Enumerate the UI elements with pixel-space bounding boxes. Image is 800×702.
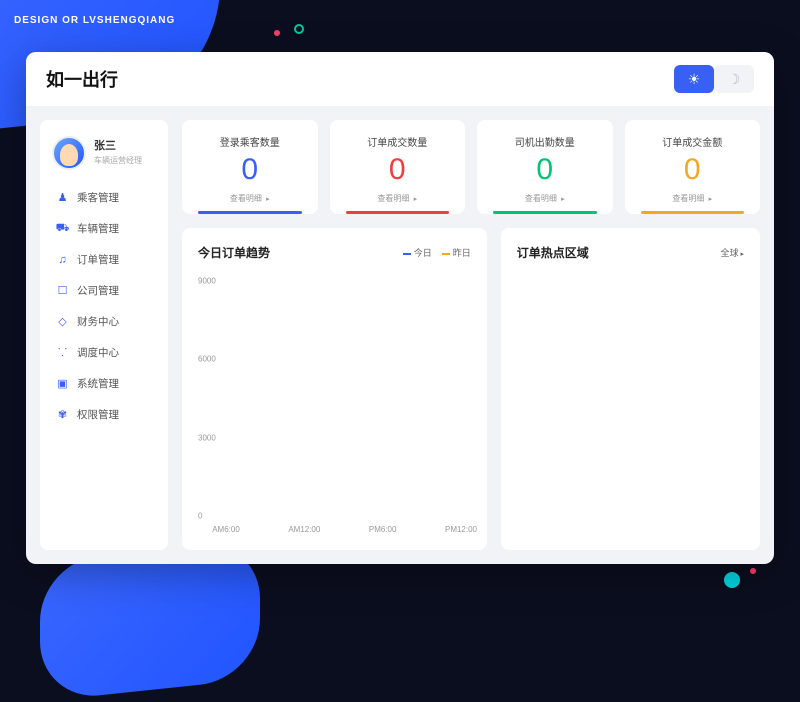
avatar (52, 136, 86, 170)
stat-accent (198, 211, 302, 214)
light-mode-button[interactable]: ☀ (674, 65, 714, 93)
chevron-down-icon: ▸ (740, 251, 744, 258)
hotspot-card: 订单热点区域 全球▸ (501, 228, 760, 550)
x-tick: AM12:00 (288, 525, 320, 534)
nav-item-7[interactable]: ✾ 权限管理 (52, 401, 156, 428)
nav-label: 订单管理 (77, 252, 119, 267)
stat-value: 0 (340, 155, 456, 185)
stats-row: 登录乘客数量0查看明细 ▸订单成交数量0查看明细 ▸司机出勤数量0查看明细 ▸订… (182, 120, 760, 214)
company-icon: ☐ (56, 284, 69, 297)
user-icon: ♟ (56, 191, 69, 204)
stat-card-1: 订单成交数量 0 查看明细 ▸ (330, 120, 466, 214)
nav-label: 车辆管理 (77, 221, 119, 236)
stat-accent (493, 211, 597, 214)
hotspot-map (517, 271, 744, 534)
dispatch-icon: ⸪ (56, 346, 69, 359)
watermark: DESIGN OR LVSHENGQIANG (14, 14, 175, 27)
nav-label: 权限管理 (77, 407, 119, 422)
y-tick: 6000 (198, 355, 216, 364)
stat-title: 登录乘客数量 (192, 134, 308, 149)
nav-label: 调度中心 (77, 345, 119, 360)
nav-list: ♟ 乘客管理 ⛟ 车辆管理 ♫ 订单管理 ☐ 公司管理 ◇ 财务中心 ⸪ 调度中心 ▣ 系统管理 ✾ 权限管理 (52, 184, 156, 428)
user-role: 车辆运营经理 (94, 155, 142, 166)
nav-label: 财务中心 (77, 314, 119, 329)
y-tick: 3000 (198, 433, 216, 442)
brand-title: 如一出行 (46, 66, 118, 92)
stat-detail-link[interactable]: 查看明细 ▸ (525, 193, 565, 204)
hotspot-scope[interactable]: 全球▸ (720, 246, 744, 259)
x-tick: PM6:00 (369, 525, 397, 534)
main-content: 登录乘客数量0查看明细 ▸订单成交数量0查看明细 ▸司机出勤数量0查看明细 ▸订… (182, 120, 760, 550)
nav-item-5[interactable]: ⸪ 调度中心 (52, 339, 156, 366)
hotspot-title: 订单热点区域 (517, 244, 589, 261)
legend-item: 今日 (403, 246, 432, 259)
car-icon: ⛟ (56, 222, 69, 235)
moon-icon: ☽ (728, 71, 741, 88)
charts-row: 今日订单趋势 今日昨日 0 3000 6000 9000 AM6:00 AM12:00 PM… (182, 228, 760, 550)
system-icon: ▣ (56, 377, 69, 390)
stat-accent (641, 211, 745, 214)
stat-value: 0 (192, 155, 308, 185)
nav-item-3[interactable]: ☐ 公司管理 (52, 277, 156, 304)
stat-title: 司机出勤数量 (487, 134, 603, 149)
trend-legend: 今日昨日 (403, 246, 471, 259)
theme-toggle: ☀ ☽ (674, 65, 754, 93)
stat-detail-link[interactable]: 查看明细 ▸ (230, 193, 270, 204)
order-icon: ♫ (56, 253, 69, 266)
permission-icon: ✾ (56, 408, 69, 421)
stat-accent (346, 211, 450, 214)
stat-title: 订单成交数量 (340, 134, 456, 149)
trend-card: 今日订单趋势 今日昨日 0 3000 6000 9000 AM6:00 AM12:00 PM… (182, 228, 487, 550)
stat-title: 订单成交金额 (635, 134, 751, 149)
nav-item-6[interactable]: ▣ 系统管理 (52, 370, 156, 397)
stat-value: 0 (487, 155, 603, 185)
stat-card-0: 登录乘客数量 0 查看明细 ▸ (182, 120, 318, 214)
app-window: 如一出行 ☀ ☽ 张三 车辆运营经理 ♟ 乘客管理 ⛟ 车辆管理 ♫ 订单管理 ☐ 公司管理 ◇… (26, 52, 774, 564)
finance-icon: ◇ (56, 315, 69, 328)
trend-title: 今日订单趋势 (198, 244, 270, 261)
legend-item: 昨日 (442, 246, 471, 259)
topbar: 如一出行 ☀ ☽ (26, 52, 774, 106)
nav-item-0[interactable]: ♟ 乘客管理 (52, 184, 156, 211)
y-tick: 0 (198, 512, 202, 521)
x-tick: PM12:00 (445, 525, 477, 534)
nav-item-2[interactable]: ♫ 订单管理 (52, 246, 156, 273)
nav-item-1[interactable]: ⛟ 车辆管理 (52, 215, 156, 242)
stat-detail-link[interactable]: 查看明细 ▸ (672, 193, 712, 204)
stat-card-3: 订单成交金额 0 查看明细 ▸ (625, 120, 761, 214)
nav-label: 系统管理 (77, 376, 119, 391)
stat-value: 0 (635, 155, 751, 185)
nav-label: 乘客管理 (77, 190, 119, 205)
sidebar: 张三 车辆运营经理 ♟ 乘客管理 ⛟ 车辆管理 ♫ 订单管理 ☐ 公司管理 ◇ 财务中心 ⸪ 调度中心… (40, 120, 168, 550)
y-tick: 9000 (198, 277, 216, 286)
stat-card-2: 司机出勤数量 0 查看明细 ▸ (477, 120, 613, 214)
x-tick: AM6:00 (212, 525, 240, 534)
trend-chart: 0300060009000AM6:00AM12:00PM6:00PM12:00 (198, 271, 471, 534)
user-name: 张三 (94, 140, 142, 153)
dark-mode-button[interactable]: ☽ (714, 65, 754, 93)
sun-icon: ☀ (688, 71, 701, 88)
stat-detail-link[interactable]: 查看明细 ▸ (377, 193, 417, 204)
nav-item-4[interactable]: ◇ 财务中心 (52, 308, 156, 335)
user-block[interactable]: 张三 车辆运营经理 (52, 136, 156, 170)
nav-label: 公司管理 (77, 283, 119, 298)
